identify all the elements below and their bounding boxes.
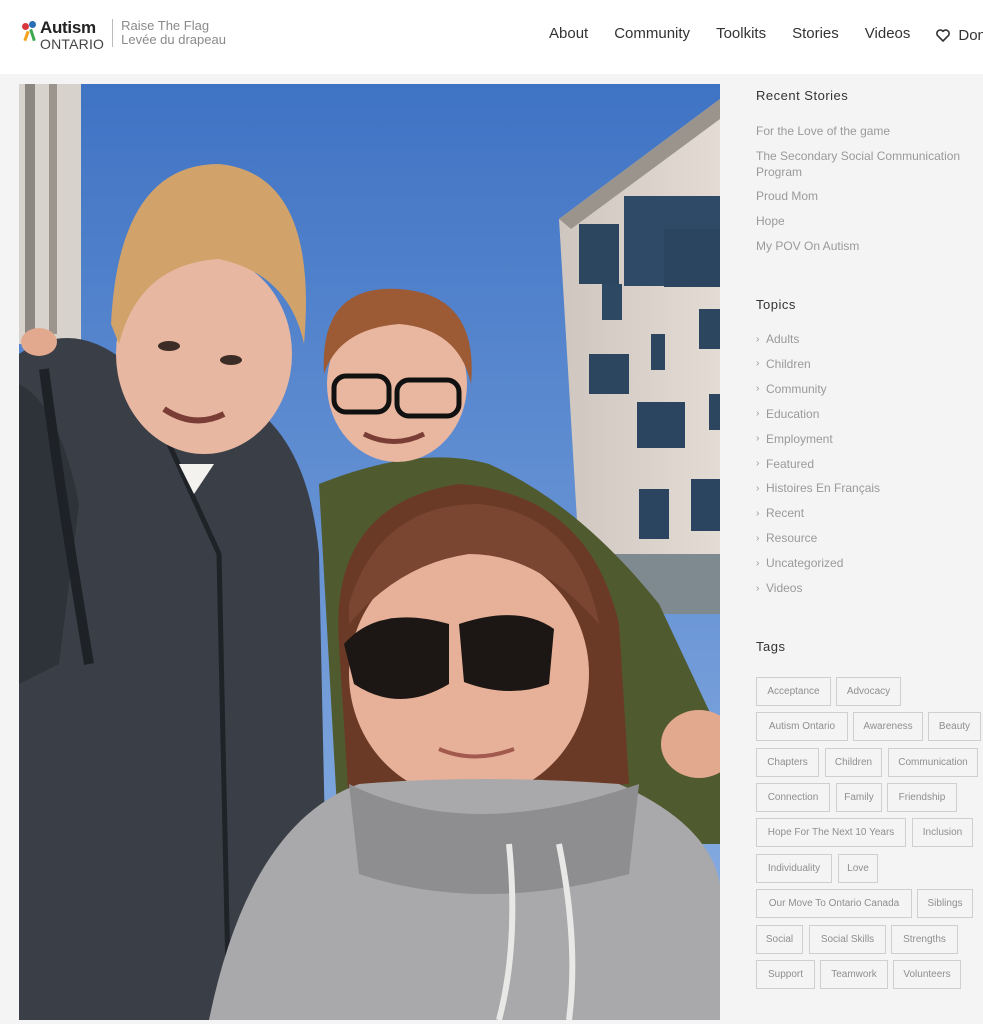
tag-link[interactable]: Beauty: [928, 712, 981, 741]
nav-toolkits[interactable]: Toolkits: [716, 25, 766, 45]
tag-link[interactable]: Teamwork: [820, 960, 888, 989]
tag-link[interactable]: Family: [836, 783, 882, 812]
tag-link[interactable]: Our Move To Ontario Canada: [756, 889, 912, 918]
topic-label: Employment: [766, 431, 833, 446]
logo-line-2: ONTARIO: [40, 36, 105, 52]
tags-heading: Tags: [756, 639, 786, 654]
autism-ontario-logo-icon: [20, 19, 40, 45]
topic-label: Uncategorized: [766, 556, 844, 571]
topic-item[interactable]: › Resource: [756, 531, 817, 545]
chevron-right-icon: ›: [756, 383, 760, 395]
tagline-line-1: Raise The Flag: [121, 18, 210, 33]
recent-story-link[interactable]: Hope: [756, 213, 971, 229]
tagline-line-2: Levée du drapeau: [121, 31, 226, 47]
topic-item[interactable]: › Adults: [756, 332, 799, 346]
recent-story-link[interactable]: Proud Mom: [756, 188, 971, 204]
tag-link[interactable]: Acceptance: [756, 677, 831, 706]
tag-link[interactable]: Volunteers: [893, 960, 961, 989]
selfie-photo-image: [19, 84, 720, 1020]
tag-link[interactable]: Advocacy: [836, 677, 901, 706]
topic-item[interactable]: › Community: [756, 382, 827, 396]
topic-label: Histoires En Français: [766, 481, 881, 496]
tag-link[interactable]: Support: [756, 960, 815, 989]
chevron-right-icon: ›: [756, 557, 760, 569]
chevron-right-icon: ›: [756, 507, 760, 519]
topic-label: Recent: [766, 506, 805, 521]
topic-label: Children: [766, 356, 811, 371]
nav-donate[interactable]: Dona: [936, 25, 983, 45]
site-header: Autism ONTARIO Raise The Flag Levée du d…: [0, 0, 983, 74]
chevron-right-icon: ›: [756, 433, 760, 445]
chevron-right-icon: ›: [756, 333, 760, 345]
topic-item[interactable]: › Videos: [756, 581, 802, 595]
tag-link[interactable]: Strengths: [891, 925, 958, 954]
recent-story-link[interactable]: The Secondary Social Communication Progr…: [756, 148, 971, 180]
heart-icon: [936, 28, 951, 42]
tag-link[interactable]: Love: [838, 854, 878, 883]
site-logo[interactable]: Autism ONTARIO Raise The Flag Levée du d…: [20, 19, 226, 51]
topics-heading: Topics: [756, 297, 796, 312]
tag-link[interactable]: Hope For The Next 10 Years: [756, 818, 906, 847]
topic-label: Featured: [766, 456, 815, 471]
tag-link[interactable]: Children: [825, 748, 882, 777]
topic-label: Videos: [766, 581, 803, 595]
tag-link[interactable]: Chapters: [756, 748, 819, 777]
chevron-right-icon: ›: [756, 582, 760, 594]
tag-link[interactable]: Siblings: [917, 889, 973, 918]
topic-label: Resource: [766, 531, 818, 546]
topic-label: Adults: [766, 332, 800, 346]
topic-label: Community: [766, 381, 827, 396]
chevron-right-icon: ›: [756, 358, 760, 370]
nav-videos[interactable]: Videos: [865, 25, 911, 45]
topic-item[interactable]: › Uncategorized: [756, 556, 843, 570]
nav-about[interactable]: About: [549, 25, 588, 45]
recent-story-link[interactable]: My POV On Autism: [756, 238, 971, 254]
tag-link[interactable]: Autism Ontario: [756, 712, 848, 741]
topic-label: Education: [766, 406, 820, 421]
nav-stories[interactable]: Stories: [792, 25, 839, 45]
logo-wordmark: Autism ONTARIO: [40, 19, 104, 51]
topic-item[interactable]: › Histoires En Français: [756, 481, 880, 495]
chevron-right-icon: ›: [756, 532, 760, 544]
tag-link[interactable]: Individuality: [756, 854, 832, 883]
topic-item[interactable]: › Children: [756, 357, 811, 371]
logo-tagline: Raise The Flag Levée du drapeau: [121, 19, 226, 46]
tag-link[interactable]: Inclusion: [912, 818, 973, 847]
tag-link[interactable]: Social Skills: [809, 925, 886, 954]
main-nav: About Community Toolkits Stories Videos …: [549, 25, 983, 45]
featured-photo[interactable]: [19, 84, 720, 1020]
logo-divider: [112, 19, 114, 47]
topic-item[interactable]: › Featured: [756, 457, 814, 471]
chevron-right-icon: ›: [756, 458, 760, 469]
tag-link[interactable]: Friendship: [887, 783, 957, 812]
topic-item[interactable]: › Employment: [756, 432, 833, 446]
topic-item[interactable]: › Education: [756, 407, 819, 421]
recent-story-link[interactable]: For the Love of the game: [756, 123, 971, 139]
topic-item[interactable]: › Recent: [756, 506, 804, 520]
tag-link[interactable]: Awareness: [853, 712, 923, 741]
tag-link[interactable]: Connection: [756, 783, 830, 812]
tag-link[interactable]: Social: [756, 925, 803, 954]
recent-stories-heading: Recent Stories: [756, 88, 849, 103]
donate-label: Dona: [958, 26, 983, 44]
chevron-right-icon: ›: [756, 482, 760, 494]
tag-link[interactable]: Communication: [888, 748, 978, 777]
logo-line-1: Autism: [40, 18, 96, 37]
chevron-right-icon: ›: [756, 408, 760, 420]
nav-community[interactable]: Community: [614, 25, 690, 45]
